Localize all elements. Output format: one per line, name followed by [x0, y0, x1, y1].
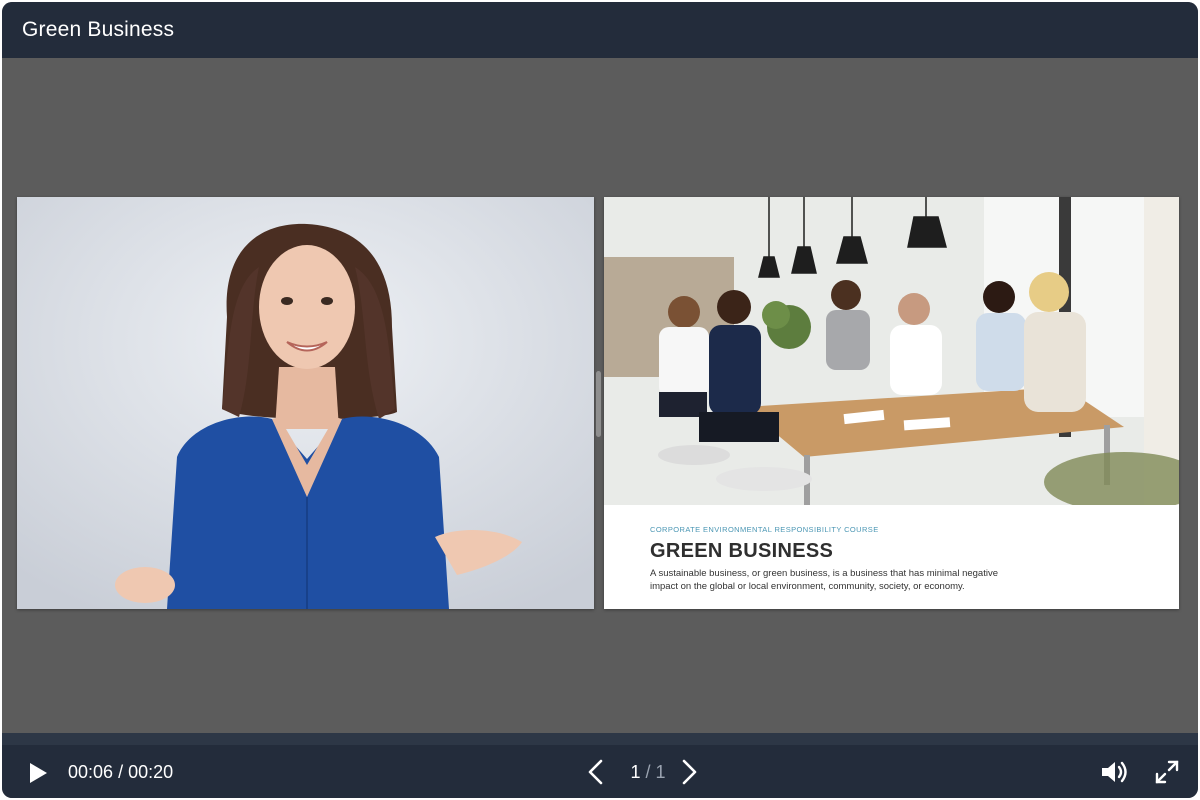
player-window: Green Business CORPORATE ENVIRONMENTAL R…	[2, 2, 1198, 798]
time-display: 00:06 / 00:20	[68, 762, 173, 783]
fullscreen-icon[interactable]	[1154, 759, 1180, 785]
presenter-video[interactable]	[17, 197, 594, 609]
seek-bar[interactable]	[2, 733, 1198, 745]
stage-area: CORPORATE ENVIRONMENTAL RESPONSIBILITY C…	[2, 58, 1198, 734]
window-title: Green Business	[22, 18, 175, 41]
page-total: 1	[655, 762, 666, 782]
duration: 00:20	[128, 762, 174, 782]
slide-panel: CORPORATE ENVIRONMENTAL RESPONSIBILITY C…	[604, 197, 1179, 609]
slide-text-block: CORPORATE ENVIRONMENTAL RESPONSIBILITY C…	[650, 525, 1070, 593]
page-current: 1	[630, 762, 641, 782]
volume-icon[interactable]	[1100, 759, 1130, 785]
office-meeting-illustration	[604, 197, 1179, 505]
page-separator: /	[645, 762, 651, 782]
title-bar: Green Business	[2, 2, 1198, 58]
time-separator: /	[118, 762, 124, 782]
panel-splitter-handle[interactable]	[596, 371, 601, 437]
play-icon[interactable]	[28, 762, 48, 784]
chevron-right-icon[interactable]	[681, 759, 699, 785]
office-meeting-photo	[604, 197, 1179, 505]
slide-heading: GREEN BUSINESS	[650, 540, 834, 562]
chevron-left-icon[interactable]	[586, 759, 604, 785]
page-indicator: 1 / 1	[624, 762, 672, 783]
presenter-illustration	[17, 197, 594, 609]
player-controls: 00:06 / 00:20 1 / 1	[2, 745, 1198, 798]
slide-body-text: A sustainable business, or green busines…	[650, 568, 999, 592]
current-time: 00:06	[68, 762, 114, 782]
slide-kicker: CORPORATE ENVIRONMENTAL RESPONSIBILITY C…	[650, 525, 879, 534]
